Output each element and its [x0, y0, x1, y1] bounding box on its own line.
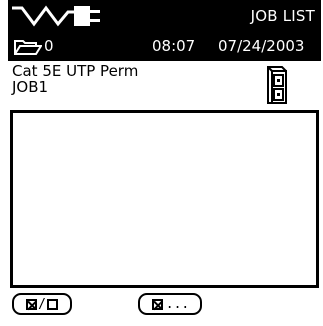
checked-box-icon	[151, 298, 163, 310]
cable-type-label: Cat 5E UTP Perm	[12, 62, 139, 80]
empty-box-icon	[46, 298, 58, 310]
folder-count: 0	[44, 37, 54, 55]
more-options-softkey[interactable]: ...	[138, 293, 202, 315]
cable-plug-icon	[12, 5, 100, 27]
softkey-separator: /	[38, 296, 46, 312]
header: JOB LIST 0 08:07 07/24/2003	[8, 0, 321, 61]
folder-icon	[14, 40, 42, 55]
clock-date: 07/24/2003	[218, 37, 305, 55]
job-info: Cat 5E UTP Perm JOB1	[8, 60, 321, 112]
softkey-ellipsis: ...	[165, 296, 190, 312]
title-bar: JOB LIST	[8, 0, 321, 34]
tester-screen: JOB LIST 0 08:07 07/24/2003 Cat 5E UTP P…	[8, 0, 321, 326]
file-cabinet-icon[interactable]	[264, 65, 288, 105]
job-name-label: JOB1	[12, 78, 49, 96]
checked-box-icon	[26, 298, 38, 310]
job-list-box[interactable]	[10, 110, 319, 288]
page-title: JOB LIST	[250, 7, 315, 25]
clock-time: 08:07	[152, 37, 196, 55]
select-toggle-softkey[interactable]: /	[12, 293, 72, 315]
